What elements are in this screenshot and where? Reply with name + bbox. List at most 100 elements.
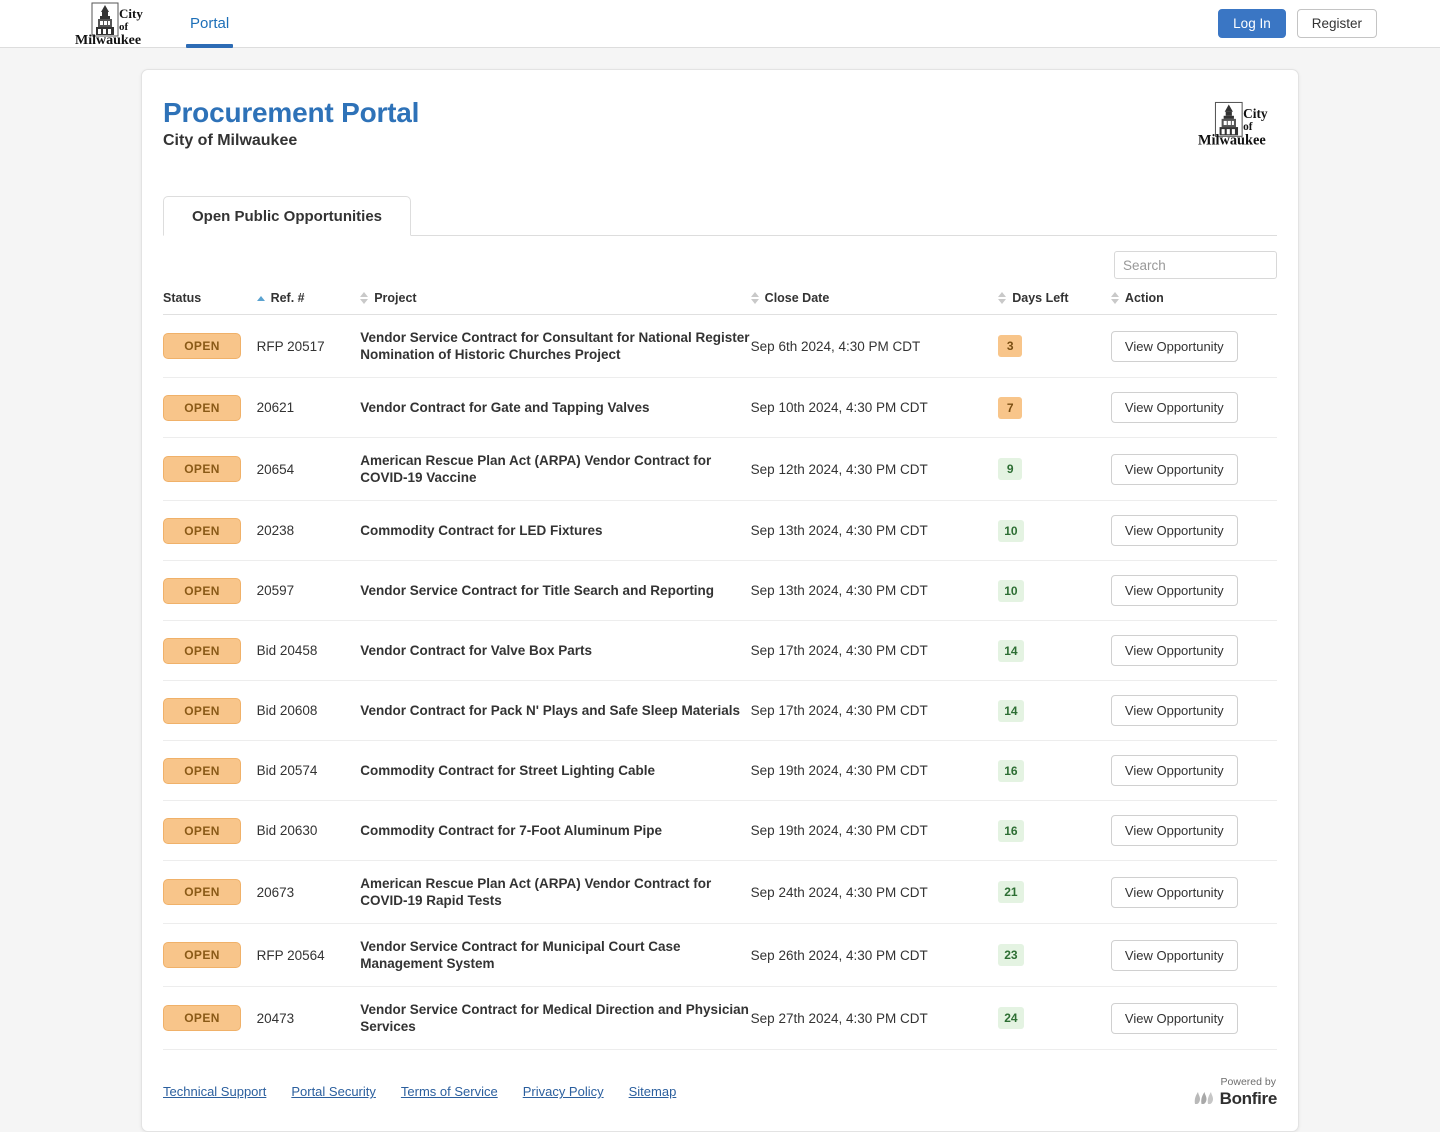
footer-link[interactable]: Sitemap: [629, 1084, 677, 1099]
table-header: Status Ref. # Project Close Date Days Le…: [163, 291, 1277, 315]
cell-project: Commodity Contract for Street Lighting C…: [360, 740, 751, 801]
powered-by-label: Powered by: [1220, 1076, 1276, 1088]
cell-status: OPEN: [163, 314, 257, 378]
svg-text:City: City: [119, 6, 143, 21]
search-input[interactable]: [1114, 251, 1277, 279]
view-opportunity-button[interactable]: View Opportunity: [1110, 695, 1238, 726]
powered-by-block: Powered by Bonfire: [1193, 1077, 1277, 1107]
view-opportunity-button[interactable]: View Opportunity: [1110, 330, 1238, 362]
column-header-action: Action: [1110, 291, 1277, 315]
sort-both-icon[interactable]: [998, 292, 1007, 304]
table-row: OPEN 20473 Vendor Service Contract for Med…: [163, 986, 1277, 1050]
cell-ref: RFP 20517: [256, 314, 361, 378]
days-left-badge: 14: [998, 699, 1024, 722]
cell-status: OPEN: [163, 377, 257, 438]
view-opportunity-button[interactable]: View Opportunity: [1110, 575, 1238, 606]
column-header-ref[interactable]: Ref. #: [256, 291, 361, 315]
cell-ref: 20238: [256, 500, 361, 561]
register-button[interactable]: Register: [1296, 9, 1377, 38]
cell-action: View Opportunity: [1110, 800, 1277, 861]
cell-status: OPEN: [163, 437, 257, 501]
column-header-status[interactable]: Status: [163, 291, 257, 315]
table-row: OPEN 20654 American Rescue Plan Act (ARPA)…: [163, 437, 1277, 501]
tab-open-public-opportunities[interactable]: Open Public Opportunities: [163, 196, 412, 236]
sort-both-icon[interactable]: [750, 292, 759, 304]
cell-action: View Opportunity: [1110, 560, 1277, 621]
view-opportunity-button[interactable]: View Opportunity: [1110, 392, 1238, 423]
sort-both-icon[interactable]: [360, 292, 369, 304]
view-opportunity-button[interactable]: View Opportunity: [1110, 755, 1238, 786]
cell-status: OPEN: [163, 560, 257, 621]
cell-ref: 20597: [256, 560, 361, 621]
column-label-days-left: Days Left: [1012, 291, 1069, 305]
cell-days-left: 10: [998, 500, 1111, 561]
table-row: OPEN RFP 20564 Vendor Service Contract for…: [163, 923, 1277, 987]
footer-link[interactable]: Portal Security: [291, 1084, 376, 1099]
cell-days-left: 7: [998, 377, 1111, 438]
cell-close-date: Sep 17th 2024, 4:30 PM CDT: [750, 620, 999, 681]
navbar-actions: Log In Register: [1218, 9, 1424, 38]
status-badge: OPEN: [163, 637, 241, 664]
tab-bar: Open Public Opportunities: [163, 193, 1277, 236]
cell-project: Vendor Contract for Gate and Tapping Val…: [360, 377, 751, 438]
cell-project: Vendor Contract for Pack N' Plays and Sa…: [360, 680, 751, 741]
cell-project: Vendor Service Contract for Medical Dire…: [360, 986, 751, 1050]
cell-project: Vendor Service Contract for Municipal Co…: [360, 923, 751, 987]
table-header-row: Status Ref. # Project Close Date Days Le…: [163, 291, 1277, 315]
cell-action: View Opportunity: [1110, 986, 1277, 1050]
cell-close-date: Sep 24th 2024, 4:30 PM CDT: [750, 860, 999, 924]
table-row: OPEN RFP 20517 Vendor Service Contract for…: [163, 314, 1277, 378]
footer-links: Technical Support Portal Security Terms of…: [163, 1084, 676, 1099]
search-row: [163, 236, 1277, 279]
cell-ref: 20621: [256, 377, 361, 438]
column-label-action: Action: [1124, 291, 1164, 305]
days-left-badge: 7: [998, 396, 1023, 419]
footer-link[interactable]: Technical Support: [163, 1084, 266, 1099]
table-row: OPEN Bid 20574 Commodity Contract for Stre…: [163, 740, 1277, 801]
days-left-badge: 10: [998, 579, 1024, 602]
cell-status: OPEN: [163, 986, 257, 1050]
cell-action: View Opportunity: [1110, 620, 1277, 681]
days-left-badge: 16: [998, 759, 1024, 782]
page-subtitle: City of Milwaukee: [163, 132, 298, 149]
footer-link[interactable]: Terms of Service: [401, 1084, 498, 1099]
days-left-badge: 14: [998, 639, 1024, 662]
log-in-button[interactable]: Log In: [1218, 9, 1286, 38]
cell-action: View Opportunity: [1110, 860, 1277, 924]
cell-ref: Bid 20574: [256, 740, 361, 801]
svg-text:City: City: [1243, 106, 1268, 121]
view-opportunity-button[interactable]: View Opportunity: [1110, 939, 1238, 971]
column-header-project[interactable]: Project: [360, 291, 751, 315]
sort-asc-icon[interactable]: [256, 295, 265, 301]
footer-link[interactable]: Privacy Policy: [523, 1084, 604, 1099]
cell-days-left: 14: [998, 620, 1111, 681]
cell-close-date: Sep 13th 2024, 4:30 PM CDT: [750, 560, 999, 621]
nav-item-portal[interactable]: Portal: [186, 0, 234, 48]
bonfire-mark-icon: [1194, 1092, 1213, 1104]
cell-status: OPEN: [163, 620, 257, 681]
view-opportunity-button[interactable]: View Opportunity: [1110, 876, 1238, 908]
cell-days-left: 16: [998, 800, 1111, 861]
card-city-logo-icon: City of Milwaukee: [1197, 100, 1277, 148]
table-row: OPEN Bid 20608 Vendor Contract for Pack N'…: [163, 680, 1277, 741]
days-left-badge: 21: [998, 881, 1024, 903]
view-opportunity-button[interactable]: View Opportunity: [1110, 815, 1238, 846]
column-header-days-left[interactable]: Days Left: [998, 291, 1111, 315]
sort-both-icon[interactable]: [1110, 292, 1119, 304]
column-header-close-date[interactable]: Close Date: [750, 291, 999, 315]
view-opportunity-button[interactable]: View Opportunity: [1110, 453, 1238, 485]
view-opportunity-button[interactable]: View Opportunity: [1110, 1002, 1238, 1034]
view-opportunity-button[interactable]: View Opportunity: [1110, 515, 1238, 546]
days-left-badge: 9: [998, 458, 1023, 480]
cell-close-date: Sep 13th 2024, 4:30 PM CDT: [750, 500, 999, 561]
status-badge: OPEN: [163, 517, 241, 544]
cell-action: View Opportunity: [1110, 680, 1277, 741]
column-label-close-date: Close Date: [764, 291, 830, 305]
card-title-block: Procurement Portal City of Milwaukee: [163, 97, 419, 150]
city-of-milwaukee-logo-icon[interactable]: City of Milwaukee: [74, 2, 152, 46]
view-opportunity-button[interactable]: View Opportunity: [1110, 635, 1238, 666]
days-left-badge: 10: [998, 519, 1024, 542]
cell-days-left: 14: [998, 680, 1111, 741]
cell-ref: 20654: [256, 437, 361, 501]
cell-status: OPEN: [163, 860, 257, 924]
